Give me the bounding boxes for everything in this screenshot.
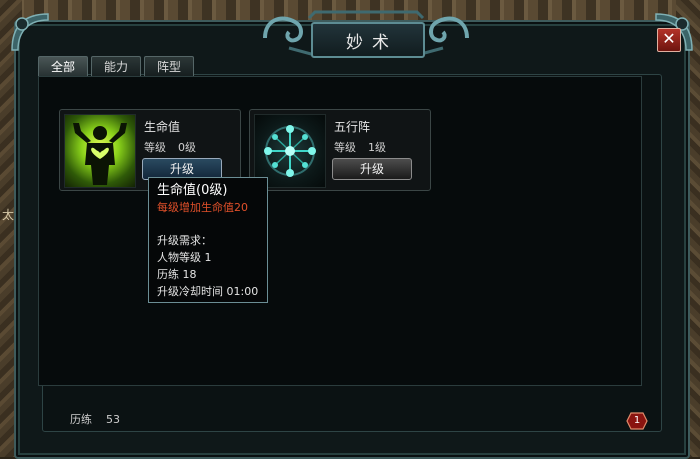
upgrade-button[interactable]: 升级 (332, 158, 412, 180)
tooltip-req-character-level: 人物等级 1 (157, 251, 212, 264)
skill-name: 生命值 (144, 120, 181, 134)
corner-ornament-icon (8, 10, 54, 56)
life-figure-icon (64, 114, 136, 188)
title-plate: 妙术 (311, 22, 425, 58)
tooltip-title: 生命值(0级) (157, 183, 228, 198)
tooltip-spacer (157, 216, 267, 232)
skill-tooltip: 生命值(0级) 每级增加生命值20 升级需求： 人物等级 1 历练 18 升级冷… (148, 177, 268, 303)
tab-formation[interactable]: 阵型 (144, 56, 195, 77)
tab-ability[interactable]: 能力 (91, 56, 142, 77)
skill-name: 五行阵 (334, 120, 371, 134)
tooltip-req-experience: 历练 18 (157, 268, 197, 281)
tooltip-requirements-header: 升级需求： (157, 234, 212, 247)
tooltip-effect: 每级增加生命值20 (157, 201, 248, 214)
tab-bar: 全部 能力 阵型 (38, 56, 197, 77)
title-ornament: 妙术 (259, 8, 473, 64)
experience-display: 历练 53 (70, 413, 120, 426)
skill-level: 等级 0级 (144, 141, 196, 154)
window-title: 妙术 (346, 32, 398, 53)
page-number: 1 (633, 415, 641, 426)
close-button[interactable]: ✕ (657, 28, 681, 52)
page-indicator[interactable]: 1 (626, 412, 648, 430)
tooltip-req-cooldown: 升级冷却时间 01:00 (157, 285, 259, 298)
skill-card-five-elements[interactable]: 五行阵 等级 1级 升级 (249, 109, 431, 191)
tab-all[interactable]: 全部 (38, 56, 89, 77)
map-edge-text: 太 (2, 208, 15, 222)
skill-level: 等级 1级 (334, 141, 386, 154)
